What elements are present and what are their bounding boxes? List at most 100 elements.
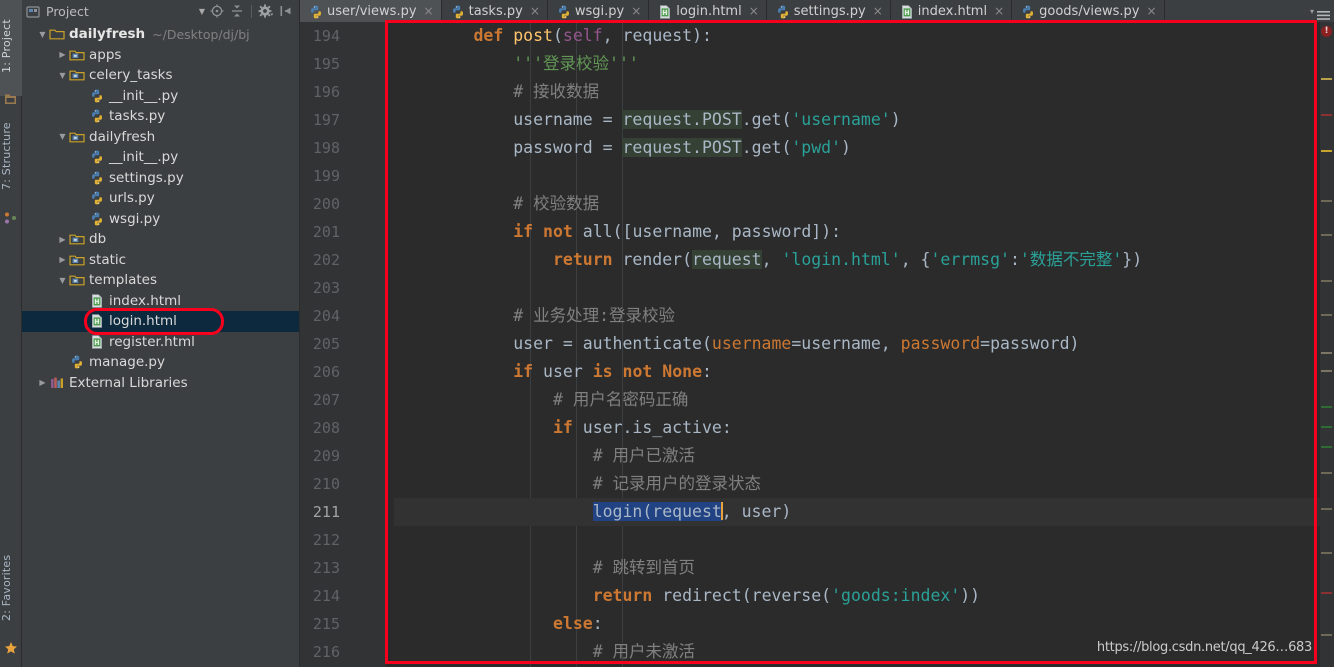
- code-editor[interactable]: 194 195 196 197 198 199 200 201 202 203 204 205 206 2…: [300, 22, 1334, 667]
- code-line[interactable]: password = request.POST.get('pwd'): [394, 134, 1320, 162]
- tab-list-icon[interactable]: [1317, 6, 1330, 20]
- chevron-right-icon[interactable]: ▶: [56, 50, 69, 59]
- code-marker[interactable]: [1321, 150, 1332, 152]
- editor-tab-login-html[interactable]: login.html ×: [649, 0, 767, 22]
- code-line[interactable]: login(request, user): [394, 498, 1320, 526]
- editor-tab-index-html[interactable]: index.html ×: [891, 0, 1013, 22]
- tree-item-celery-tasks[interactable]: ▼ celery_tasks: [22, 65, 299, 86]
- chevron-down-icon[interactable]: ▾: [1310, 7, 1314, 16]
- line-number-gutter[interactable]: 194 195 196 197 198 199 200 201 202 203 204 205 206 2…: [300, 22, 386, 667]
- hide-panel-icon[interactable]: [278, 3, 294, 19]
- code-marker[interactable]: [1321, 352, 1332, 354]
- line-number[interactable]: 207: [300, 386, 386, 414]
- code-line[interactable]: return redirect(reverse('goods:index')): [394, 582, 1320, 610]
- close-icon[interactable]: ×: [530, 4, 540, 18]
- code-marker[interactable]: [1321, 280, 1332, 282]
- code-line[interactable]: if user is not None:: [394, 358, 1320, 386]
- code-marker[interactable]: [1321, 406, 1332, 408]
- line-number[interactable]: 203: [300, 274, 386, 302]
- line-number[interactable]: 215: [300, 610, 386, 638]
- code-line[interactable]: # 接收数据: [394, 78, 1320, 106]
- code-line[interactable]: [394, 162, 1320, 190]
- line-number[interactable]: 211: [300, 498, 386, 526]
- code-line[interactable]: # 记录用户的登录状态: [394, 470, 1320, 498]
- tree-item-wsgi-py[interactable]: wsgi.py: [22, 209, 299, 230]
- editor-tab-goods-views-py[interactable]: goods/views.py ×: [1012, 0, 1165, 22]
- editor-tab-user-views-py[interactable]: user/views.py ×: [300, 0, 442, 22]
- line-number[interactable]: 214: [300, 582, 386, 610]
- tree-item-settings-py[interactable]: settings.py: [22, 168, 299, 189]
- close-icon[interactable]: ×: [749, 4, 759, 18]
- settings-gear-icon[interactable]: [258, 3, 274, 19]
- tree-item-urls-py[interactable]: urls.py: [22, 188, 299, 209]
- line-number[interactable]: 213: [300, 554, 386, 582]
- code-line[interactable]: username = request.POST.get('username'): [394, 106, 1320, 134]
- chevron-right-icon[interactable]: ▶: [36, 378, 49, 387]
- tool-tab-structure[interactable]: 7: Structure: [0, 104, 22, 208]
- chevron-down-icon[interactable]: ▼: [36, 30, 49, 39]
- tree-item--init-py[interactable]: __init__.py: [22, 86, 299, 107]
- tree-item-login-html[interactable]: login.html: [22, 311, 299, 332]
- line-number[interactable]: 204: [300, 302, 386, 330]
- chevron-down-icon[interactable]: ▼: [56, 276, 69, 285]
- code-marker[interactable]: [1321, 508, 1332, 510]
- tree-item-dailyfresh[interactable]: ▼ dailyfresh: [22, 127, 299, 148]
- editor-tab-bar[interactable]: user/views.py × tasks.py × wsgi.py × login.htm…: [300, 0, 1334, 22]
- line-number[interactable]: 194: [300, 22, 386, 50]
- code-marker[interactable]: [1321, 314, 1332, 316]
- code-line[interactable]: if user.is_active:: [394, 414, 1320, 442]
- tree-item-static[interactable]: ▶ static: [22, 250, 299, 271]
- tree-item-external-libraries[interactable]: ▶ External Libraries: [22, 373, 299, 394]
- line-number[interactable]: 206: [300, 358, 386, 386]
- close-icon[interactable]: ×: [424, 4, 434, 18]
- line-number[interactable]: 202: [300, 246, 386, 274]
- code-line[interactable]: # 用户已激活: [394, 442, 1320, 470]
- tool-tab-favorites[interactable]: 2: Favorites: [0, 538, 22, 638]
- code-marker[interactable]: [1321, 446, 1332, 448]
- code-line[interactable]: else:: [394, 610, 1320, 638]
- chevron-down-icon[interactable]: ▼: [56, 132, 69, 141]
- tree-item-db[interactable]: ▶ db: [22, 229, 299, 250]
- code-line[interactable]: user = authenticate(username=username, p…: [394, 330, 1320, 358]
- chevron-right-icon[interactable]: ▶: [56, 235, 69, 244]
- line-number[interactable]: 197: [300, 106, 386, 134]
- editor-tab-tasks-py[interactable]: tasks.py ×: [442, 0, 548, 22]
- project-tree[interactable]: ▼ dailyfresh ~/Desktop/dj/bj ▶ apps ▼ celery_t…: [22, 22, 299, 667]
- code-marker[interactable]: [1321, 472, 1332, 474]
- tree-item-dailyfresh[interactable]: ▼ dailyfresh ~/Desktop/dj/bj: [22, 24, 299, 45]
- code-line[interactable]: [394, 274, 1320, 302]
- code-marker[interactable]: [1321, 552, 1332, 554]
- code-line[interactable]: if not all([username, password]):: [394, 218, 1320, 246]
- code-line[interactable]: def post(self, request):: [394, 22, 1320, 50]
- collapse-all-icon[interactable]: [229, 3, 245, 19]
- close-icon[interactable]: ×: [873, 4, 883, 18]
- code-line[interactable]: '''登录校验''': [394, 50, 1320, 78]
- code-marker[interactable]: [1321, 114, 1332, 116]
- tree-item--init-py[interactable]: __init__.py: [22, 147, 299, 168]
- code-content[interactable]: def post(self, request): '''登录校验''' # 接收…: [386, 22, 1320, 667]
- editor-tab-wsgi-py[interactable]: wsgi.py ×: [548, 0, 650, 22]
- tree-item-templates[interactable]: ▼ templates: [22, 270, 299, 291]
- error-marker-gutter[interactable]: !: [1320, 22, 1334, 667]
- code-marker[interactable]: [1321, 370, 1332, 372]
- line-number[interactable]: 209: [300, 442, 386, 470]
- code-marker[interactable]: [1321, 426, 1332, 428]
- code-line[interactable]: # 校验数据: [394, 190, 1320, 218]
- close-icon[interactable]: ×: [631, 4, 641, 18]
- line-number[interactable]: 195: [300, 50, 386, 78]
- tool-tab-project[interactable]: 1: Project: [0, 0, 22, 96]
- chevron-down-icon[interactable]: ▼: [56, 71, 69, 80]
- code-marker[interactable]: [1321, 634, 1332, 636]
- chevron-down-icon[interactable]: ▼: [195, 7, 209, 16]
- editor-tab-settings-py[interactable]: settings.py ×: [767, 0, 891, 22]
- close-icon[interactable]: ×: [994, 4, 1004, 18]
- code-line[interactable]: # 业务处理:登录校验: [394, 302, 1320, 330]
- close-icon[interactable]: ×: [1147, 4, 1157, 18]
- line-number[interactable]: 208: [300, 414, 386, 442]
- code-line[interactable]: # 跳转到首页: [394, 554, 1320, 582]
- code-marker[interactable]: [1321, 592, 1332, 594]
- line-number[interactable]: 200: [300, 190, 386, 218]
- line-number[interactable]: 196: [300, 78, 386, 106]
- tree-item-index-html[interactable]: index.html: [22, 291, 299, 312]
- error-count-badge[interactable]: !: [1321, 26, 1332, 37]
